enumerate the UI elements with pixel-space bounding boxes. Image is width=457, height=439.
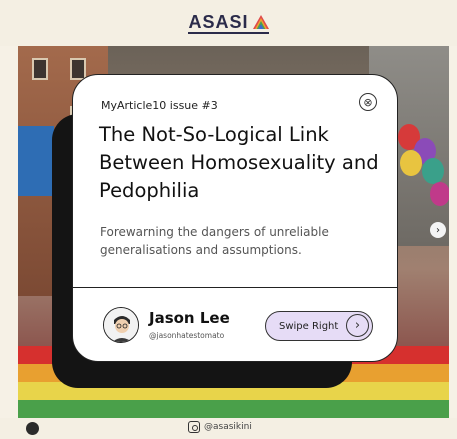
swipe-right-label: Swipe Right [279, 320, 339, 332]
issue-label: MyArticle10 issue #3 [101, 99, 218, 112]
avatar [103, 307, 139, 343]
avatar-illustration [104, 308, 138, 342]
next-slide-icon[interactable]: › [430, 222, 446, 238]
header-bar: ASASI [0, 0, 457, 46]
instagram-link[interactable]: @asasikini [188, 421, 252, 433]
brand-logo[interactable]: ASASI [188, 12, 269, 34]
footer-bar: @asasikini [0, 418, 457, 439]
close-icon[interactable]: ⊗ [359, 93, 377, 111]
street-sign [18, 126, 54, 196]
swipe-right-button[interactable]: Swipe Right › [265, 311, 373, 341]
author-name: Jason Lee [149, 309, 230, 327]
article-subtitle: Forewarning the dangers of unreliable ge… [100, 225, 329, 257]
divider [73, 287, 397, 288]
user-icon[interactable] [26, 422, 39, 435]
author-handle[interactable]: @jasonhatestomato [149, 331, 224, 340]
instagram-handle: @asasikini [204, 422, 252, 432]
article-title: The Not-So-Logical Link Between Homosexu… [99, 123, 379, 202]
chevron-right-icon: › [346, 314, 369, 337]
article-card[interactable]: MyArticle10 issue #3 ⊗ The Not-So-Logica… [72, 74, 398, 362]
instagram-icon [188, 421, 200, 433]
rainbow-triangle-icon [252, 15, 269, 29]
brand-name: ASASI [188, 12, 249, 32]
